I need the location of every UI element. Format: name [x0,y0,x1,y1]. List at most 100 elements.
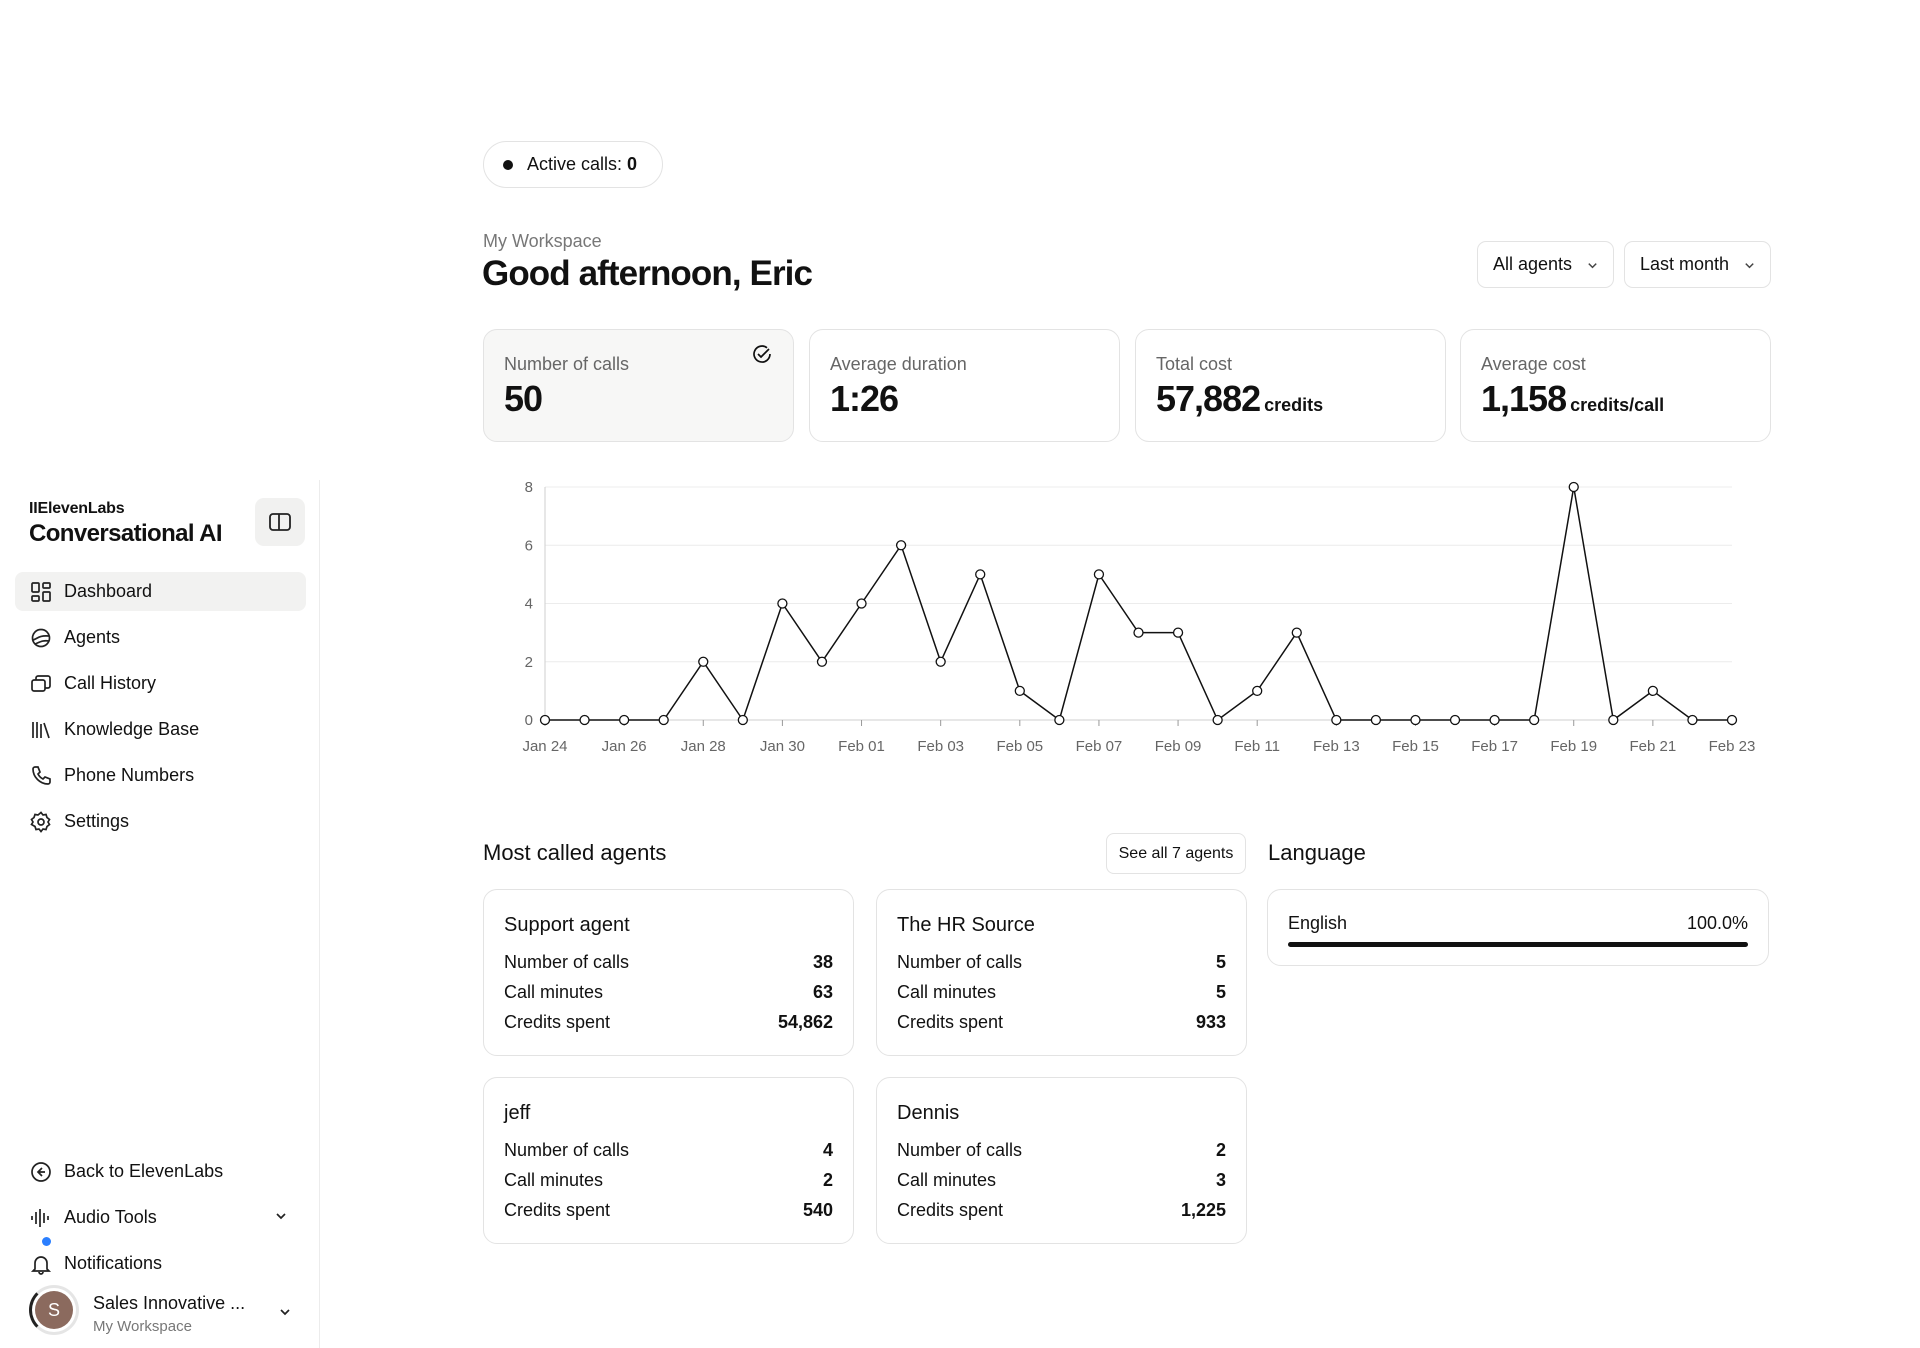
language-percent: 100.0% [1686,913,1748,933]
agent-stat-label: Call minutes [504,982,604,1002]
agent-name: Dennis [897,1102,960,1124]
stat-value: 1:26 [830,378,899,419]
language-name: English [1288,913,1348,933]
agent-filter-dropdown[interactable]: All agents [1477,241,1614,288]
agent-card[interactable]: Support agent Number of calls 38 Call minut… [483,889,854,1056]
agent-card[interactable]: The HR Source Number of calls 5 Call minute… [876,889,1247,1056]
agent-stat-row: Call minutes 63 [504,982,833,1006]
x-tick-label: Jan 28 [681,738,726,755]
active-calls-value: 0 [627,154,638,174]
user-name: Sales Innovative ... [93,1293,246,1313]
stat-card-calls[interactable]: Number of calls 50 [483,329,794,442]
data-point [1212,714,1223,726]
stat-card-average-cost[interactable]: Average cost 1,158 credits/call [1460,329,1771,442]
data-point [658,714,669,726]
brand-logo: IIElevenLabs [29,500,125,517]
stat-card-total-cost[interactable]: Total cost 57,882 credits [1135,329,1446,442]
data-point [1410,714,1421,726]
x-tick-label: Feb 19 [1550,738,1597,755]
data-point [1054,714,1065,726]
stat-value: 57,882 credits [1156,378,1324,419]
nav-item-notifications[interactable]: Notifications [15,1244,306,1283]
agent-stat-value: 540 [802,1200,833,1220]
agents-icon [29,626,53,650]
agent-stat-value: 933 [1195,1012,1226,1032]
nav-item-label: Back to ElevenLabs [64,1161,224,1181]
agent-stat-row: Number of calls 5 [897,952,1226,976]
user-menu[interactable]: S Sales Innovative ... My Workspace [29,1285,305,1339]
language-progress-track [1288,942,1748,947]
nav-item-label: Notifications [64,1253,163,1273]
y-tick-label: 2 [525,654,533,671]
agent-card[interactable]: jeff Number of calls 4 Call minutes 2 Credits… [483,1077,854,1244]
stat-label: Total cost [1156,354,1233,374]
agent-stat-row: Call minutes 3 [897,1170,1226,1194]
calls-line-chart: 0 2 4 6 8 Jan 24 Jan 26 Jan 28 Jan 30 Feb 01 Feb 0… [522,479,1755,755]
nav-item-knowledge-base[interactable]: Knowledge Base [15,710,306,749]
data-point [856,598,867,609]
nav-item-settings[interactable]: Settings [15,802,306,841]
y-tick-label: 4 [525,596,533,613]
notification-dot [42,1237,51,1246]
status-dot [503,159,513,170]
x-tick-label: Feb 03 [917,738,964,755]
language-title: Language [1268,840,1366,865]
agent-name: jeff [504,1102,531,1124]
stat-unit: credits/call [1570,395,1665,415]
nav-item-label: Settings [64,811,130,831]
agent-name: The HR Source [897,914,1035,936]
data-point [935,656,946,667]
data-point [1014,685,1025,697]
agent-stat-value: 2 [1215,1140,1226,1160]
agent-stat-value: 2 [822,1170,833,1190]
user-workspace: My Workspace [93,1318,192,1335]
stat-label: Average cost [1481,354,1586,374]
data-point [737,714,748,726]
nav-item-agents[interactable]: Agents [15,618,306,657]
agent-filter-value: All agents [1493,254,1573,274]
x-tick-label: Feb 17 [1471,738,1518,755]
nav-item-phone-numbers[interactable]: Phone Numbers [15,756,306,795]
x-tick-label: Feb 09 [1155,738,1202,755]
active-calls-label: Active calls: [527,154,628,174]
chevron-down-icon [276,1213,286,1220]
agent-stat-label: Number of calls [504,952,630,972]
data-point [1568,481,1579,493]
x-tick-label: Feb 05 [996,738,1043,755]
active-calls-badge: Active calls: 0 [483,141,663,188]
check-circle-icon [753,345,771,363]
agent-card[interactable]: Dennis Number of calls 2 Call minutes 3 Credi… [876,1077,1247,1244]
nav-item-back-to-elevenlabs[interactable]: Back to ElevenLabs [15,1152,306,1191]
gear-icon [29,810,53,834]
stat-label: Number of calls [504,354,630,374]
nav-item-audio-tools[interactable]: Audio Tools [15,1198,306,1237]
agent-stat-value: 3 [1215,1170,1226,1190]
nav-item-label: Audio Tools [64,1207,157,1227]
nav-item-dashboard[interactable]: Dashboard [15,572,306,611]
agent-stat-row: Call minutes 2 [504,1170,833,1194]
data-point [1370,714,1382,726]
chevron-down-icon [280,1309,290,1316]
stat-card-duration[interactable]: Average duration 1:26 [809,329,1120,442]
stat-value: 50 [504,378,543,419]
see-all-agents-button[interactable]: See all 7 agents [1106,833,1246,874]
agent-stat-row: Number of calls 4 [504,1140,833,1164]
data-point [1331,714,1342,726]
agent-stat-row: Credits spent 540 [504,1200,833,1224]
agent-name: Support agent [504,914,630,936]
x-tick-label: Feb 15 [1392,738,1439,755]
agent-stat-label: Number of calls [897,952,1023,972]
agent-stat-row: Credits spent 1,225 [897,1200,1226,1224]
nav-item-call-history[interactable]: Call History [15,664,306,703]
language-card: English 100.0% [1267,889,1769,966]
agent-stat-row: Number of calls 38 [504,952,833,976]
sidebar-toggle-button[interactable] [255,498,305,546]
back-arrow-icon [29,1160,53,1184]
agent-stat-label: Call minutes [897,1170,997,1190]
knowledge-base-icon [29,718,53,742]
x-tick-label: Feb 21 [1630,738,1677,755]
bell-icon [29,1252,53,1276]
data-point [579,714,590,726]
period-filter-dropdown[interactable]: Last month [1624,241,1771,288]
waveform-icon [29,1206,53,1230]
